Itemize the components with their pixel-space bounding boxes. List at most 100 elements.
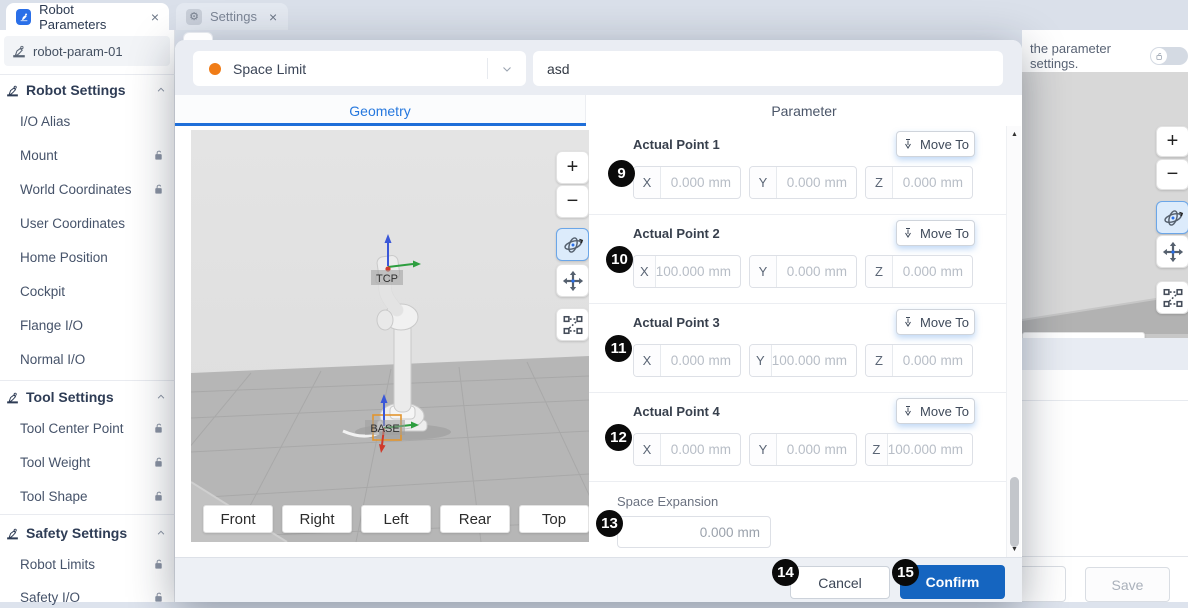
y-coordinate-field[interactable]: Y0.000mm (749, 433, 857, 466)
sidebar-item-mount[interactable]: Mount (20, 144, 164, 166)
pan-tool-button[interactable] (1156, 235, 1188, 268)
unlock-icon (1151, 48, 1167, 64)
unit-label: mm (941, 175, 964, 190)
axis-x-label: X (634, 434, 661, 465)
tab-geometry[interactable]: Geometry (175, 95, 586, 126)
pan-icon (1162, 241, 1184, 263)
item-label: I/O Alias (20, 114, 70, 129)
actual-point-group-2: Actual Point 2 Move To X100.000mm Y0.000… (589, 215, 1006, 304)
sidebar-item-user-coordinates[interactable]: User Coordinates (20, 212, 164, 234)
lock-toggle[interactable] (1150, 47, 1188, 65)
points-panel: Actual Point 1 Move To X0.000mm Y0.000mm… (589, 126, 1006, 557)
scroll-down-icon[interactable]: ▼ (1007, 543, 1022, 555)
point-link-tool-button[interactable] (1156, 281, 1188, 314)
x-coordinate-field[interactable]: X0.000mm (633, 433, 741, 466)
view-right-button[interactable]: Right (282, 505, 352, 533)
view-top-button[interactable]: Top (519, 505, 589, 533)
tab-label: Settings (210, 9, 257, 24)
item-label: Tool Center Point (20, 421, 124, 436)
unit-label: mm (941, 353, 964, 368)
pan-tool-button[interactable] (556, 264, 589, 297)
scroll-up-icon[interactable]: ▲ (1007, 128, 1022, 140)
space-expansion-field[interactable]: 0.000 mm (617, 516, 771, 548)
sidebar-section-robot-settings[interactable]: Robot Settings (6, 79, 166, 101)
y-coordinate-field[interactable]: Y0.000mm (749, 166, 857, 199)
view-label: Front (220, 511, 255, 528)
robot-device-icon (12, 44, 26, 58)
save-button[interactable]: Save (1085, 567, 1170, 602)
divider (1022, 400, 1188, 401)
background-3d-viewport[interactable]: + − Top (1022, 72, 1188, 367)
note-text: the parameter settings. (1030, 41, 1144, 71)
annotation-badge-12: 12 (605, 424, 632, 451)
close-icon[interactable]: × (151, 10, 159, 24)
move-to-button[interactable]: Move To (896, 131, 975, 157)
lock-icon (153, 559, 164, 570)
sidebar-section-safety-settings[interactable]: Safety Settings (6, 522, 166, 544)
orbit-tool-button[interactable] (556, 228, 589, 261)
x-coordinate-field[interactable]: X100.000mm (633, 255, 741, 288)
zoom-in-button[interactable]: + (1156, 126, 1188, 157)
move-to-button[interactable]: Move To (896, 309, 975, 335)
scrollbar-thumb[interactable] (1010, 477, 1019, 547)
view-label: Right (299, 511, 334, 528)
limit-type-select[interactable]: Space Limit (193, 51, 526, 86)
unit-label: mm (709, 353, 732, 368)
sidebar-item-tool-shape[interactable]: Tool Shape (20, 485, 164, 507)
sidebar-item-home-position[interactable]: Home Position (20, 246, 164, 268)
sidebar-item-world-coordinates[interactable]: World Coordinates (20, 178, 164, 200)
y-coordinate-field[interactable]: Y100.000mm (749, 344, 857, 377)
sidebar-section-tool-settings[interactable]: Tool Settings (6, 386, 166, 408)
view-left-button[interactable]: Left (361, 505, 431, 533)
sidebar-device-row[interactable]: robot-param-01 (4, 36, 170, 66)
move-down-icon (902, 405, 914, 417)
y-value: 0.000 (787, 175, 821, 190)
point-link-icon (562, 314, 584, 336)
cancel-button[interactable]: Cancel (790, 566, 890, 599)
zoom-out-button[interactable]: − (1156, 159, 1188, 190)
lock-icon (153, 592, 164, 603)
background-partial-button[interactable] (1018, 566, 1066, 602)
sidebar-item-tool-center-point[interactable]: Tool Center Point (20, 417, 164, 439)
annotation-badge-9: 9 (608, 160, 635, 187)
sidebar-item-flange-io[interactable]: Flange I/O (20, 314, 164, 336)
z-coordinate-field[interactable]: Z0.000mm (865, 255, 973, 288)
z-coordinate-field[interactable]: Z0.000mm (865, 344, 973, 377)
view-rear-button[interactable]: Rear (440, 505, 510, 533)
tab-robot-parameters[interactable]: Robot Parameters × (6, 3, 169, 30)
sidebar-item-io-alias[interactable]: I/O Alias (20, 110, 164, 132)
z-coordinate-field[interactable]: Z0.000mm (865, 166, 973, 199)
sidebar-item-safety-io[interactable]: Safety I/O (20, 586, 164, 608)
view-label: Rear (459, 511, 492, 528)
sidebar-item-robot-limits[interactable]: Robot Limits (20, 553, 164, 575)
item-label: World Coordinates (20, 182, 132, 197)
view-front-button[interactable]: Front (203, 505, 273, 533)
x-coordinate-field[interactable]: X0.000mm (633, 166, 741, 199)
active-tab-underline (175, 123, 586, 126)
3d-viewport[interactable]: TCP BASE + − (191, 130, 589, 542)
sidebar-item-cockpit[interactable]: Cockpit (20, 280, 164, 302)
sidebar-item-tool-weight[interactable]: Tool Weight (20, 451, 164, 473)
sidebar-item-normal-io[interactable]: Normal I/O (20, 348, 164, 370)
3d-viewport-canvas[interactable]: TCP BASE (191, 130, 589, 542)
move-to-label: Move To (920, 226, 969, 241)
zoom-out-button[interactable]: − (556, 185, 589, 218)
orbit-icon (562, 234, 584, 256)
y-coordinate-field[interactable]: Y0.000mm (749, 255, 857, 288)
orbit-tool-button[interactable] (1156, 201, 1188, 234)
z-value: 0.000 (903, 264, 937, 279)
confirm-label: Confirm (926, 574, 980, 590)
limit-name-input[interactable] (533, 51, 1003, 86)
move-to-button[interactable]: Move To (896, 398, 975, 424)
tab-parameter[interactable]: Parameter (586, 95, 1022, 126)
points-scrollbar[interactable]: ▲ ▼ (1006, 126, 1021, 557)
x-coordinate-field[interactable]: X0.000mm (633, 344, 741, 377)
lock-icon (153, 184, 164, 195)
z-coordinate-field[interactable]: Z100.000mm (865, 433, 973, 466)
unit-label: mm (941, 442, 964, 457)
move-to-button[interactable]: Move To (896, 220, 975, 246)
close-icon[interactable]: × (269, 10, 277, 24)
point-link-tool-button[interactable] (556, 308, 589, 341)
zoom-in-button[interactable]: + (556, 151, 589, 184)
tab-settings[interactable]: ⚙ Settings × (176, 3, 288, 30)
